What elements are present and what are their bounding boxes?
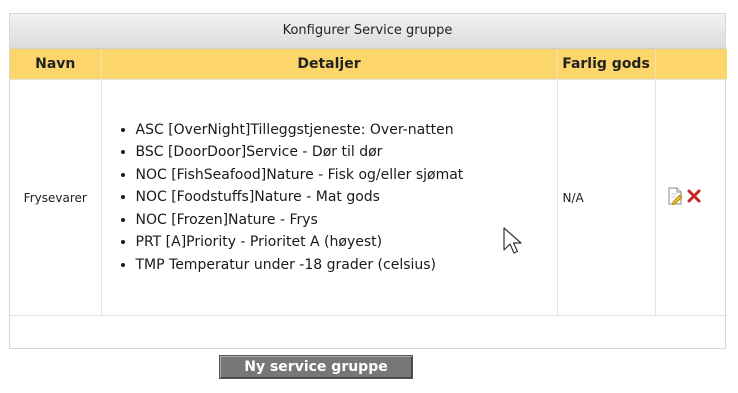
details-list: ASC [OverNight]Tilleggstjeneste: Over-na… [102,119,557,277]
detail-item: NOC [Foodstuffs]Nature - Mat gods [136,186,557,209]
detail-item: TMP Temperatur under -18 grader (celsius… [136,254,557,277]
detail-item: ASC [OverNight]Tilleggstjeneste: Over-na… [136,119,557,142]
table-header-row: Navn Detaljer Farlig gods [10,49,727,80]
group-name-cell: Frysevarer [10,79,102,316]
group-details-cell: ASC [OverNight]Tilleggstjeneste: Over-na… [101,79,558,316]
edit-icon[interactable] [666,187,684,208]
detail-item: NOC [Frozen]Nature - Frys [136,209,557,232]
delete-icon[interactable] [687,189,701,206]
service-group-panel: Konfigurer Service gruppe Navn Detaljer … [9,13,727,349]
table-row: Frysevarer ASC [OverNight]Tilleggstjenes… [10,79,727,316]
hazardous-goods-cell: N/A [557,79,656,316]
column-header-name: Navn [10,49,102,80]
empty-table-row [10,315,727,348]
new-service-group-button[interactable]: Ny service gruppe [219,355,413,379]
detail-item: PRT [A]Priority - Prioritet A (høyest) [136,231,557,254]
column-header-details: Detaljer [101,49,558,80]
detail-item: BSC [DoorDoor]Service - Dør til dør [136,141,557,164]
panel-title: Konfigurer Service gruppe [10,14,725,49]
service-group-table: Navn Detaljer Farlig gods Frysevarer ASC… [10,49,727,348]
empty-cell [10,315,727,348]
column-header-hazardous: Farlig gods [557,49,656,80]
row-actions-cell [655,79,727,316]
mouse-cursor-icon [502,226,528,262]
detail-item: NOC [FishSeafood]Nature - Fisk og/eller … [136,164,557,187]
column-header-actions [655,49,727,80]
